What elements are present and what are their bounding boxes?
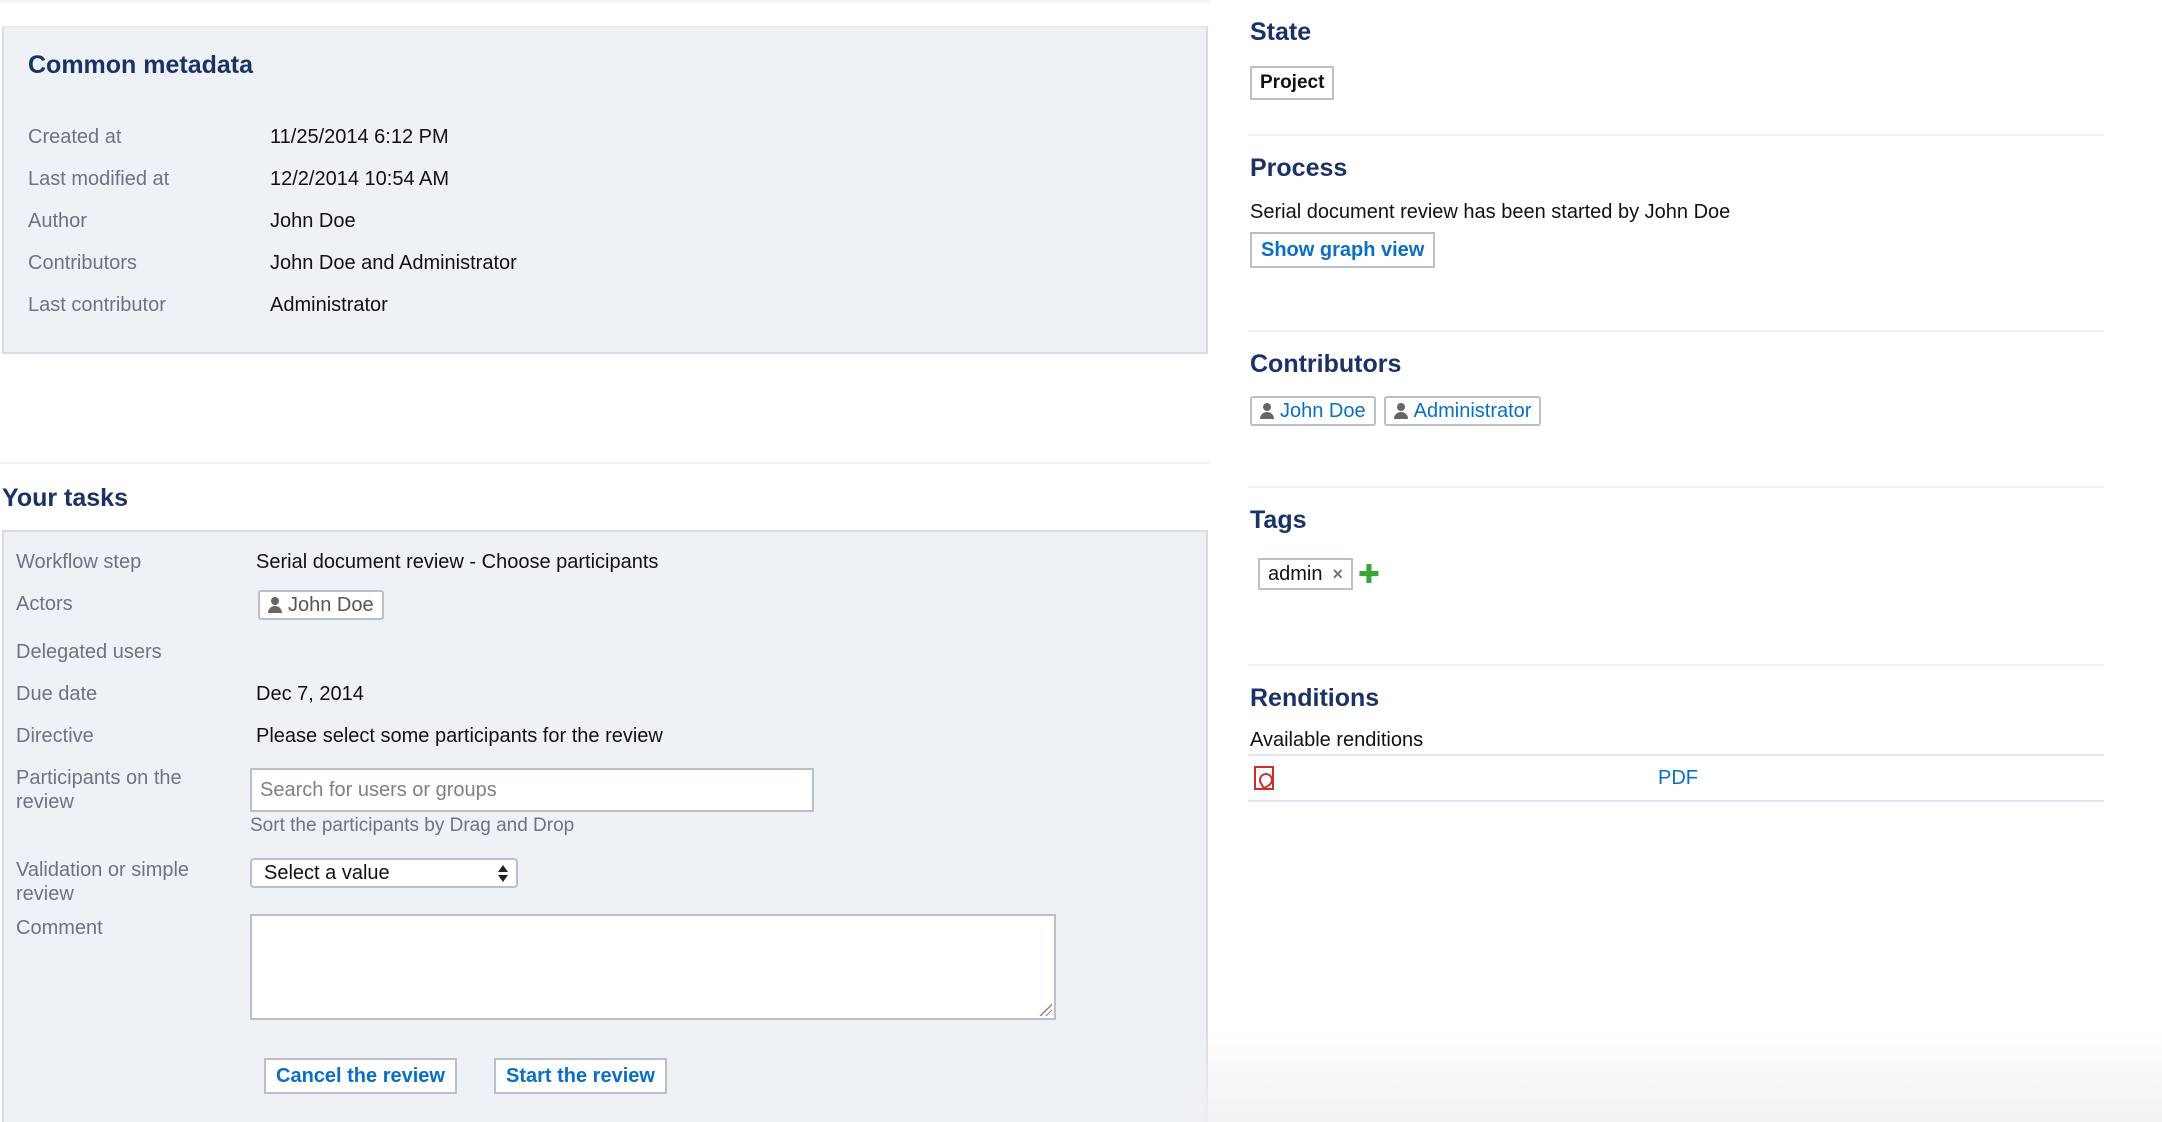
metadata-label: Author — [28, 210, 87, 232]
validation-select-value: Select a value — [264, 862, 390, 884]
actor-user-name: John Doe — [288, 594, 374, 616]
delegated-users-label: Delegated users — [16, 641, 162, 663]
available-renditions-label: Available renditions — [1250, 729, 1424, 751]
common-metadata-title: Common metadata — [28, 51, 254, 79]
metadata-label: Contributors — [28, 252, 137, 274]
contributor-chip-john-doe[interactable]: John Doe — [1250, 396, 1376, 426]
validation-select[interactable]: Select a value — [250, 858, 518, 888]
workflow-step-label: Workflow step — [16, 551, 142, 573]
your-tasks-title: Your tasks — [2, 484, 128, 512]
pdf-icon — [1254, 766, 1274, 790]
cancel-review-button[interactable]: Cancel the review — [264, 1058, 457, 1094]
comment-label: Comment — [16, 917, 103, 939]
select-arrows-icon — [498, 865, 508, 883]
user-icon — [268, 597, 282, 613]
metadata-row-author: Author John Doe — [28, 206, 356, 236]
actor-user-chip[interactable]: John Doe — [258, 590, 384, 620]
right-column: State Project Process Serial document re… — [1248, 0, 2104, 1122]
actors-label: Actors — [16, 593, 73, 615]
metadata-row-modified: Last modified at 12/2/2014 10:54 AM — [28, 164, 449, 194]
metadata-label: Last contributor — [28, 294, 166, 316]
tags-title: Tags — [1250, 506, 1307, 534]
section-divider — [1248, 664, 2104, 666]
validation-label: Validation or simple review — [16, 859, 190, 905]
contributors-title: Contributors — [1250, 350, 1402, 378]
process-title: Process — [1250, 154, 1348, 182]
state-title: State — [1250, 18, 1312, 46]
section-divider — [1248, 330, 2104, 332]
section-divider — [1248, 486, 2104, 488]
directive-value: Please select some participants for the … — [256, 725, 663, 747]
contributors-list: John Doe Administrator — [1250, 396, 1542, 426]
user-icon — [1260, 403, 1274, 419]
common-metadata-panel: Common metadata Created at 11/25/2014 6:1… — [2, 26, 1208, 354]
section-divider — [1248, 134, 2104, 136]
metadata-row-created: Created at 11/25/2014 6:12 PM — [28, 122, 449, 152]
metadata-label: Last modified at — [28, 168, 170, 190]
metadata-value: 12/2/2014 10:54 AM — [270, 168, 450, 190]
contributor-name: John Doe — [1280, 399, 1366, 422]
comment-textarea[interactable] — [250, 914, 1056, 1020]
participants-label: Participants on the review — [16, 767, 182, 813]
contributor-name: Administrator — [1413, 399, 1532, 422]
pdf-rendition-link[interactable]: PDF — [1658, 766, 1698, 790]
directive-label: Directive — [16, 725, 94, 747]
metadata-label: Created at — [28, 126, 122, 148]
participants-search-input[interactable] — [250, 768, 814, 812]
metadata-value: Administrator — [270, 294, 388, 316]
metadata-value: 11/25/2014 6:12 PM — [270, 126, 449, 148]
resize-grip-icon[interactable] — [1038, 1002, 1052, 1016]
remove-tag-icon[interactable]: × — [1332, 560, 1343, 588]
start-review-button[interactable]: Start the review — [494, 1058, 667, 1094]
workflow-step-value: Serial document review - Choose particip… — [256, 551, 659, 573]
actors-value: John Doe — [258, 590, 384, 620]
metadata-value: John Doe — [270, 210, 356, 232]
add-tag-icon[interactable]: ✚ — [1358, 560, 1380, 588]
renditions-title: Renditions — [1250, 684, 1380, 712]
tag-chip-admin[interactable]: admin × — [1258, 558, 1353, 590]
state-badge: Project — [1250, 66, 1335, 100]
tasks-panel: Workflow step Serial document review - C… — [2, 530, 1208, 1122]
show-graph-view-button[interactable]: Show graph view — [1250, 232, 1436, 268]
left-column: Common metadata Created at 11/25/2014 6:1… — [0, 0, 1210, 1122]
process-text: Serial document review has been started … — [1250, 201, 1731, 223]
rendition-row: PDF — [1248, 754, 2104, 802]
section-divider — [0, 462, 1210, 464]
contributor-chip-administrator[interactable]: Administrator — [1383, 396, 1542, 426]
participants-hint: Sort the participants by Drag and Drop — [250, 815, 575, 836]
metadata-row-last-contributor: Last contributor Administrator — [28, 290, 388, 320]
due-date-label: Due date — [16, 683, 98, 705]
metadata-value: John Doe and Administrator — [270, 252, 517, 274]
user-icon — [1393, 403, 1408, 419]
top-divider — [0, 0, 1210, 2]
due-date-value: Dec 7, 2014 — [256, 683, 364, 705]
tag-label: admin — [1268, 563, 1323, 585]
metadata-row-contributors: Contributors John Doe and Administrator — [28, 248, 517, 278]
